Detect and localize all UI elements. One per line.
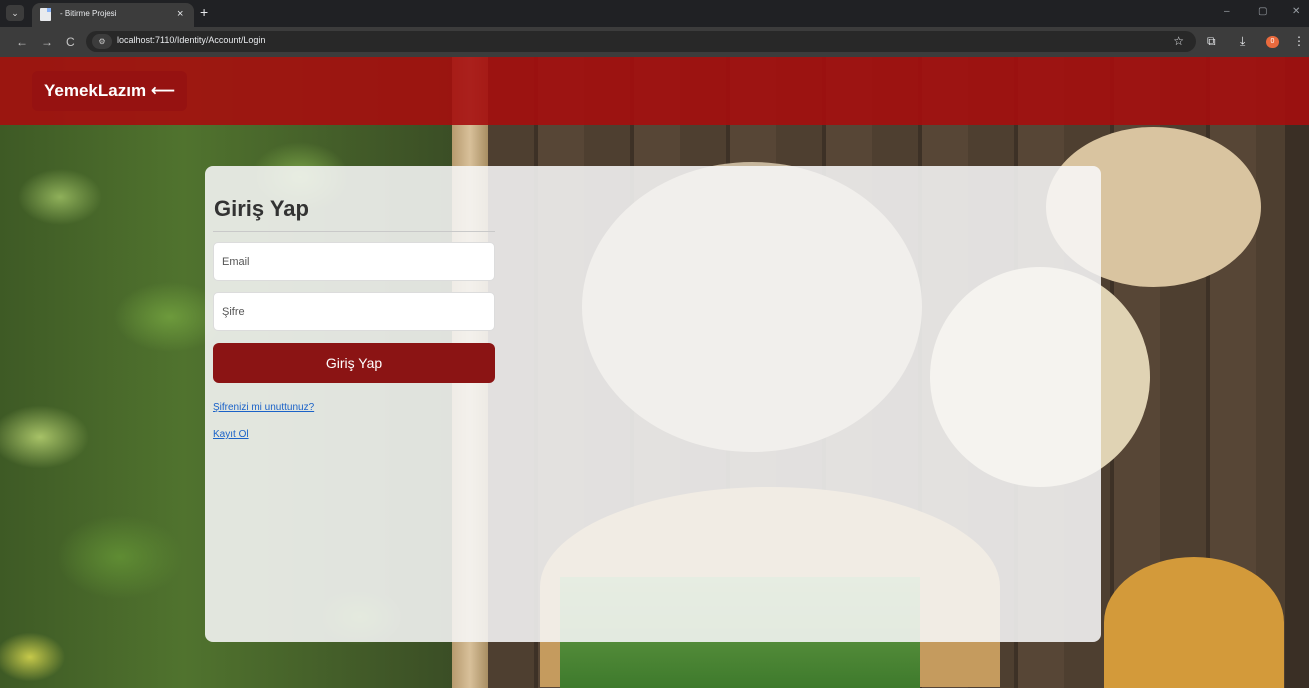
tab-close-icon[interactable]: ×	[177, 7, 183, 21]
password-input[interactable]	[213, 292, 495, 331]
background-pineapple	[1104, 557, 1284, 688]
forward-icon[interactable]: →	[41, 34, 53, 50]
download-icon[interactable]: ⤓	[1240, 33, 1245, 49]
register-link[interactable]: Kayıt Ol	[213, 429, 249, 440]
tab-search-button[interactable]: ⌄	[6, 5, 24, 21]
email-input[interactable]	[213, 242, 495, 281]
url-text[interactable]: localhost:7110/Identity/Account/Login	[117, 35, 265, 45]
login-title: Giriş Yap	[214, 196, 309, 221]
new-tab-button[interactable]: +	[200, 4, 208, 20]
page-favicon-icon	[40, 8, 51, 21]
login-card: Giriş Yap Giriş Yap Şifrenizi mi unuttun…	[205, 166, 1101, 642]
profile-badge[interactable]: 0	[1266, 36, 1279, 48]
site-header: YemekLazım ⟵	[0, 57, 1309, 125]
back-icon[interactable]: ←	[16, 34, 28, 50]
page-viewport: YemekLazım ⟵ Giriş Yap Giriş Yap Şifreni…	[0, 57, 1309, 688]
minimize-icon[interactable]: –	[1224, 5, 1230, 19]
browser-menu-icon[interactable]: ⋮	[1293, 33, 1305, 49]
title-divider	[213, 231, 495, 232]
window-close-icon[interactable]: ✕	[1292, 5, 1300, 19]
site-info-icon[interactable]: ⚙	[92, 34, 112, 49]
bookmark-star-icon[interactable]: ☆	[1173, 34, 1184, 49]
background-edge	[1285, 57, 1309, 688]
address-bar[interactable]: ⚙ localhost:7110/Identity/Account/Login …	[86, 31, 1196, 52]
reload-icon[interactable]: C	[66, 34, 75, 50]
forgot-password-link[interactable]: Şifrenizi mi unuttunuz?	[213, 402, 314, 413]
tab-title: - Bitirme Projesi	[60, 9, 117, 18]
browser-toolbar: ← → C ⚙ localhost:7110/Identity/Account/…	[0, 27, 1309, 57]
browser-tab[interactable]: - Bitirme Projesi ×	[32, 3, 194, 27]
browser-tab-bar: ⌄ - Bitirme Projesi × + – ▢ ✕	[0, 0, 1309, 27]
extensions-icon[interactable]: ⧉	[1207, 33, 1216, 49]
login-button[interactable]: Giriş Yap	[213, 343, 495, 383]
maximize-icon[interactable]: ▢	[1258, 5, 1267, 19]
brand-link[interactable]: YemekLazım ⟵	[32, 71, 188, 111]
